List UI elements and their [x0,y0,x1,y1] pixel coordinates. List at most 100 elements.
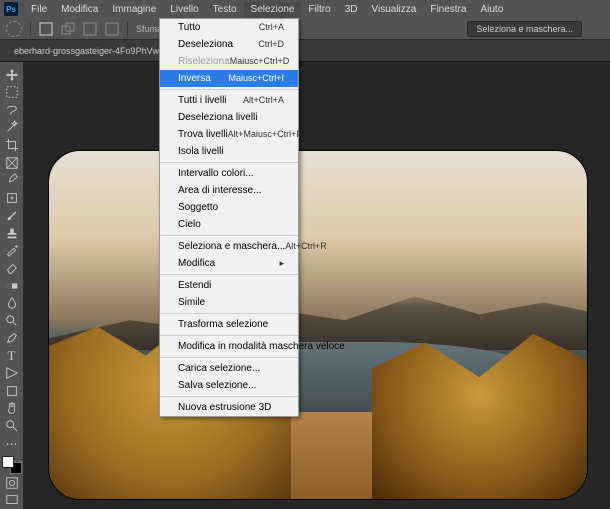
wand-tool-icon[interactable] [2,119,22,137]
tools-panel: T ⋯ [0,62,24,509]
document-tab-label: eberhard-grossgasteiger-4Fo9PhVwz7M [14,46,176,56]
separator [30,22,31,36]
menu-item[interactable]: Intervallo colori... [160,165,298,182]
menu-item-shortcut: Maiusc+Ctrl+I [228,73,284,84]
menu-item-label: Inversa [178,73,211,84]
lasso-tool-icon[interactable] [2,101,22,119]
menu-testo[interactable]: Testo [206,2,244,17]
menu-item-label: Deseleziona [178,39,233,50]
options-bar: Sfuma: Seleziona e maschera... [0,18,610,40]
color-swatches[interactable] [2,456,22,474]
menu-item-label: Simile [178,297,205,308]
menu-item[interactable]: Soggetto [160,199,298,216]
menu-item[interactable]: Modifica▸ [160,255,298,272]
more-tools-icon[interactable]: ⋯ [2,435,22,453]
patch-tool-icon[interactable] [2,189,22,207]
menu-item-shortcut: Alt+Ctrl+R [285,241,327,252]
menubar: Ps File Modifica Immagine Livello Testo … [0,0,610,18]
menu-item-label: Intervallo colori... [178,168,254,179]
menu-filtro[interactable]: Filtro [301,2,337,17]
select-and-mask-button[interactable]: Seleziona e maschera... [467,21,582,37]
menu-item-label: Riseleziona [178,56,230,67]
menu-item[interactable]: Seleziona e maschera...Alt+Ctrl+R [160,238,298,255]
pen-tool-icon[interactable] [2,329,22,347]
menu-item-label: Deseleziona livelli [178,112,257,123]
menu-item-label: Trasforma selezione [178,319,268,330]
selection-mode-new-icon[interactable] [39,22,53,36]
menu-item[interactable]: Trasforma selezione [160,316,298,333]
selection-mode-add-icon[interactable] [61,22,75,36]
stamp-tool-icon[interactable] [2,224,22,242]
menu-item-label: Soggetto [178,202,218,213]
menu-item[interactable]: Modifica in modalità maschera veloce [160,338,298,355]
menu-item-shortcut: Ctrl+A [259,22,284,33]
selezione-dropdown: TuttoCtrl+ADeselezionaCtrl+DRiselezionaM… [159,18,299,417]
selection-mode-intersect-icon[interactable] [105,22,119,36]
gradient-tool-icon[interactable] [2,277,22,295]
menu-modifica[interactable]: Modifica [54,2,105,17]
menu-item-label: Trova livelli [178,129,228,140]
path-tool-icon[interactable] [2,365,22,383]
menu-item[interactable]: Tutto Ctrl+A [160,19,298,36]
frame-tool-icon[interactable] [2,154,22,172]
menu-visualizza[interactable]: Visualizza [365,2,424,17]
menu-3d[interactable]: 3D [338,2,365,17]
document-tabbar: eberhard-grossgasteiger-4Fo9PhVwz7M × [0,40,610,62]
menu-item[interactable]: Estendi [160,277,298,294]
menu-finestra[interactable]: Finestra [423,2,473,17]
menu-item[interactable]: Area di interesse... [160,182,298,199]
menu-item-label: Area di interesse... [178,185,261,196]
move-tool-icon[interactable] [2,66,22,84]
screenmode-icon[interactable] [2,492,22,509]
menu-item-label: Seleziona e maschera... [178,241,285,252]
workspace: T ⋯ [0,62,610,509]
menu-item[interactable]: Deseleziona livelli [160,109,298,126]
menu-item-label: Salva selezione... [178,380,256,391]
menu-item-label: Carica selezione... [178,363,260,374]
crop-tool-icon[interactable] [2,136,22,154]
zoom-tool-icon[interactable] [2,417,22,435]
menu-item[interactable]: Salva selezione... [160,377,298,394]
menu-item-shortcut: Maiusc+Ctrl+D [230,56,290,67]
menu-item[interactable]: Trova livelliAlt+Maiusc+Ctrl+F [160,126,298,143]
app-logo: Ps [4,2,18,16]
menu-item-label: Tutto [178,22,200,33]
brush-tool-icon[interactable] [2,207,22,225]
quickmask-icon[interactable] [2,474,22,492]
menu-item[interactable]: Inversa Maiusc+Ctrl+I [160,70,298,87]
menu-aiuto[interactable]: Aiuto [473,2,510,17]
menu-item-shortcut: Alt+Ctrl+A [243,95,284,106]
menu-item-label: Modifica in modalità maschera veloce [178,341,345,352]
shape-tool-icon[interactable] [2,382,22,400]
menu-item[interactable]: Nuova estrusione 3D [160,399,298,416]
menu-livello[interactable]: Livello [163,2,205,17]
active-tool-icon[interactable] [6,21,22,37]
marquee-tool-icon[interactable] [2,84,22,102]
separator [127,22,128,36]
foreground-color-swatch[interactable] [2,456,14,468]
menu-item-label: Modifica [178,258,215,269]
menu-item[interactable]: RiselezionaMaiusc+Ctrl+D [160,53,298,70]
menu-item[interactable]: Tutti i livelliAlt+Ctrl+A [160,92,298,109]
hand-tool-icon[interactable] [2,400,22,418]
selection-mode-subtract-icon[interactable] [83,22,97,36]
menu-file[interactable]: File [24,2,54,17]
menu-item-label: Cielo [178,219,201,230]
menu-selezione[interactable]: Selezione [244,2,302,17]
eyedropper-tool-icon[interactable] [2,171,22,189]
menu-item[interactable]: Carica selezione... [160,360,298,377]
menu-item[interactable]: Isola livelli [160,143,298,160]
eraser-tool-icon[interactable] [2,259,22,277]
dodge-tool-icon[interactable] [2,312,22,330]
menu-item-shortcut: Ctrl+D [258,39,284,50]
menu-item[interactable]: Cielo [160,216,298,233]
type-tool-icon[interactable]: T [2,347,22,365]
blur-tool-icon[interactable] [2,294,22,312]
document-image[interactable] [48,150,588,500]
history-brush-tool-icon[interactable] [2,242,22,260]
canvas-area[interactable] [24,62,610,509]
menu-immagine[interactable]: Immagine [105,2,163,17]
menu-item[interactable]: Deseleziona Ctrl+D [160,36,298,53]
menu-item-label: Estendi [178,280,211,291]
menu-item[interactable]: Simile [160,294,298,311]
